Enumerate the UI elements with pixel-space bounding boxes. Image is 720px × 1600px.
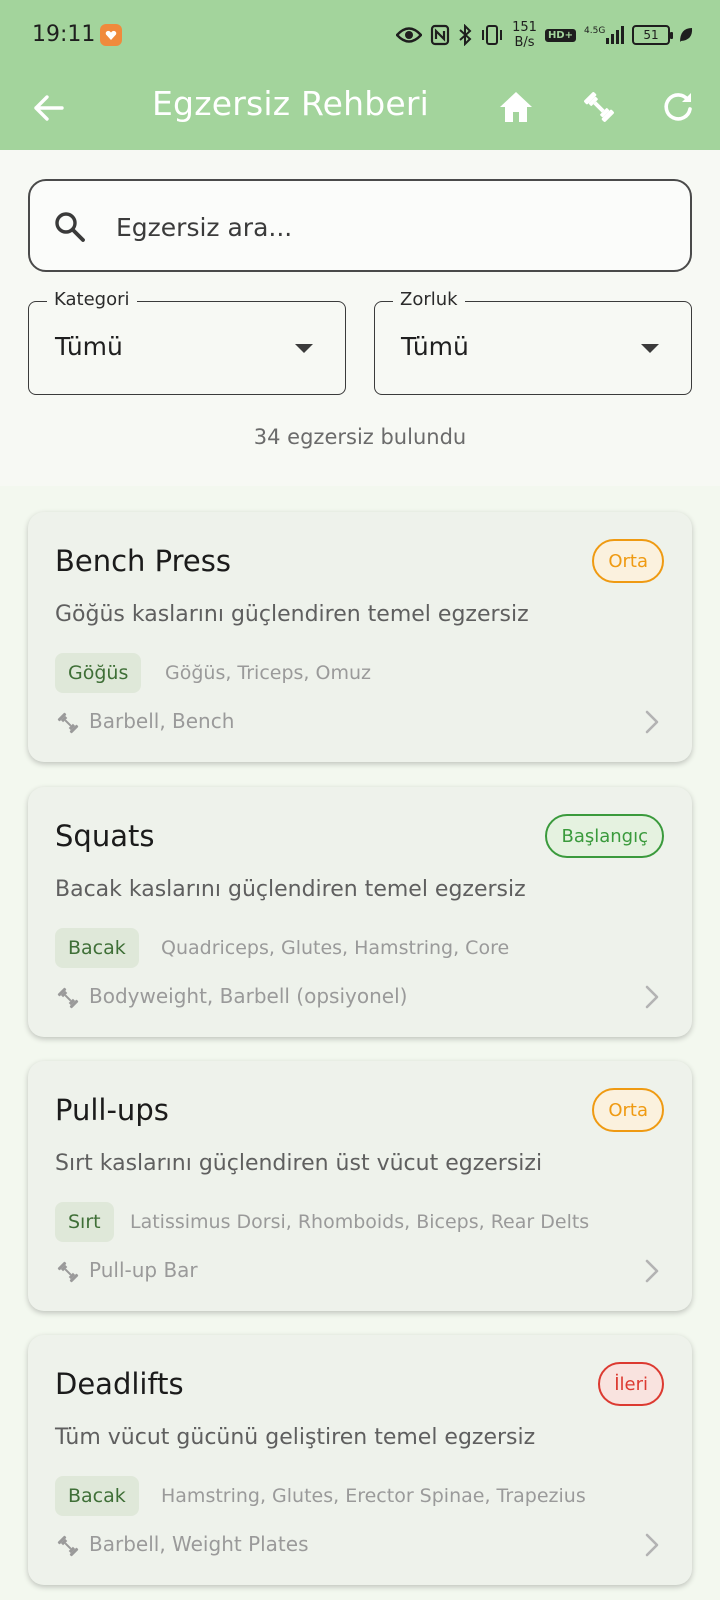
exercise-description: Bacak kaslarını güçlendiren temel egzers…	[55, 877, 526, 902]
category-value: Tümü	[55, 332, 123, 361]
dropdown-arrow-icon	[641, 344, 659, 353]
refresh-icon	[664, 93, 692, 121]
equipment-text: Bodyweight, Barbell (opsiyonel)	[89, 984, 408, 1008]
exercise-card[interactable]: Bench Press Orta Göğüs kaslarını güçlend…	[28, 512, 692, 762]
difficulty-badge: Orta	[592, 1088, 664, 1132]
refresh-button[interactable]	[655, 84, 701, 130]
equipment-text: Barbell, Bench	[89, 709, 235, 733]
exercise-description: Sırt kaslarını güçlendiren üst vücut egz…	[55, 1151, 543, 1176]
exercise-name: Squats	[55, 819, 155, 853]
fitness-icon	[584, 92, 614, 122]
battery-indicator: 51	[632, 25, 673, 45]
chevron-right-icon	[645, 1259, 659, 1283]
status-icons: 151 B/s HD+ 4.5G 51	[396, 18, 694, 52]
chevron-right-icon	[645, 710, 659, 734]
fitness-icon	[57, 712, 79, 734]
dropdown-arrow-icon	[295, 344, 313, 353]
category-chip: Sırt	[55, 1202, 114, 1242]
vibrate-icon	[482, 25, 503, 45]
exercise-name: Bench Press	[55, 544, 231, 578]
category-chip: Bacak	[55, 928, 139, 968]
search-icon	[55, 212, 85, 242]
equipment-text: Barbell, Weight Plates	[89, 1532, 309, 1556]
result-count: 34 egzersiz bulundu	[253, 425, 467, 449]
bluetooth-icon	[459, 24, 472, 46]
fitness-icon	[57, 1261, 79, 1283]
exercise-list: Bench Press Orta Göğüs kaslarını güçlend…	[0, 486, 720, 1600]
exercise-description: Tüm vücut gücünü geliştiren temel egzers…	[55, 1425, 536, 1450]
exercise-name: Pull-ups	[55, 1093, 169, 1127]
search-bar[interactable]	[28, 179, 692, 272]
equipment-text: Pull-up Bar	[89, 1258, 198, 1282]
network-speed: 151 B/s	[512, 20, 537, 50]
category-chip: Bacak	[55, 1476, 139, 1516]
eye-icon	[396, 27, 423, 43]
network-type-label: 4.5G	[584, 26, 605, 36]
hd-badge: HD+	[544, 28, 576, 42]
chevron-right-icon	[645, 985, 659, 1009]
search-input[interactable]	[116, 199, 656, 255]
exercise-name: Deadlifts	[55, 1367, 184, 1401]
chevron-right-icon	[645, 1533, 659, 1557]
status-time: 19:11	[32, 22, 96, 47]
status-bar: 19:11 151 B/s HD+ 4.5G 51	[0, 0, 720, 70]
target-muscles: Göğüs, Triceps, Omuz	[165, 662, 371, 684]
exercise-card[interactable]: Deadlifts İleri Tüm vücut gücünü gelişti…	[28, 1335, 692, 1585]
fitness-icon	[57, 1535, 79, 1557]
nfc-icon	[431, 24, 450, 46]
difficulty-dropdown[interactable]: Zorluk Tümü	[374, 289, 692, 395]
leaf-icon	[680, 28, 693, 42]
fitness-button[interactable]	[576, 84, 622, 130]
difficulty-badge: Başlangıç	[545, 814, 664, 858]
category-chip: Göğüs	[55, 653, 142, 693]
page-title: Egzersiz Rehberi	[152, 84, 430, 123]
difficulty-value: Tümü	[401, 332, 469, 361]
difficulty-label: Zorluk	[393, 289, 465, 310]
exercise-card[interactable]: Pull-ups Orta Sırt kaslarını güçlendiren…	[28, 1061, 692, 1311]
exercise-card[interactable]: Squats Başlangıç Bacak kaslarını güçlend…	[28, 787, 692, 1037]
app-bar: Egzersiz Rehberi	[0, 70, 720, 150]
home-icon	[500, 92, 532, 122]
fitness-icon	[57, 987, 79, 1009]
difficulty-badge: Orta	[592, 539, 664, 583]
target-muscles: Latissimus Dorsi, Rhomboids, Biceps, Rea…	[130, 1211, 590, 1233]
home-button[interactable]	[493, 84, 539, 130]
category-dropdown[interactable]: Kategori Tümü	[28, 289, 346, 395]
difficulty-badge: İleri	[598, 1362, 664, 1406]
exercise-description: Göğüs kaslarını güçlendiren temel egzers…	[55, 602, 529, 627]
category-label: Kategori	[47, 289, 137, 310]
notification-app-icon	[100, 24, 122, 46]
target-muscles: Hamstring, Glutes, Erector Spinae, Trape…	[161, 1485, 586, 1507]
arrow-back-icon[interactable]	[28, 88, 68, 128]
signal-icon: 4.5G	[584, 26, 624, 44]
target-muscles: Quadriceps, Glutes, Hamstring, Core	[161, 937, 510, 959]
